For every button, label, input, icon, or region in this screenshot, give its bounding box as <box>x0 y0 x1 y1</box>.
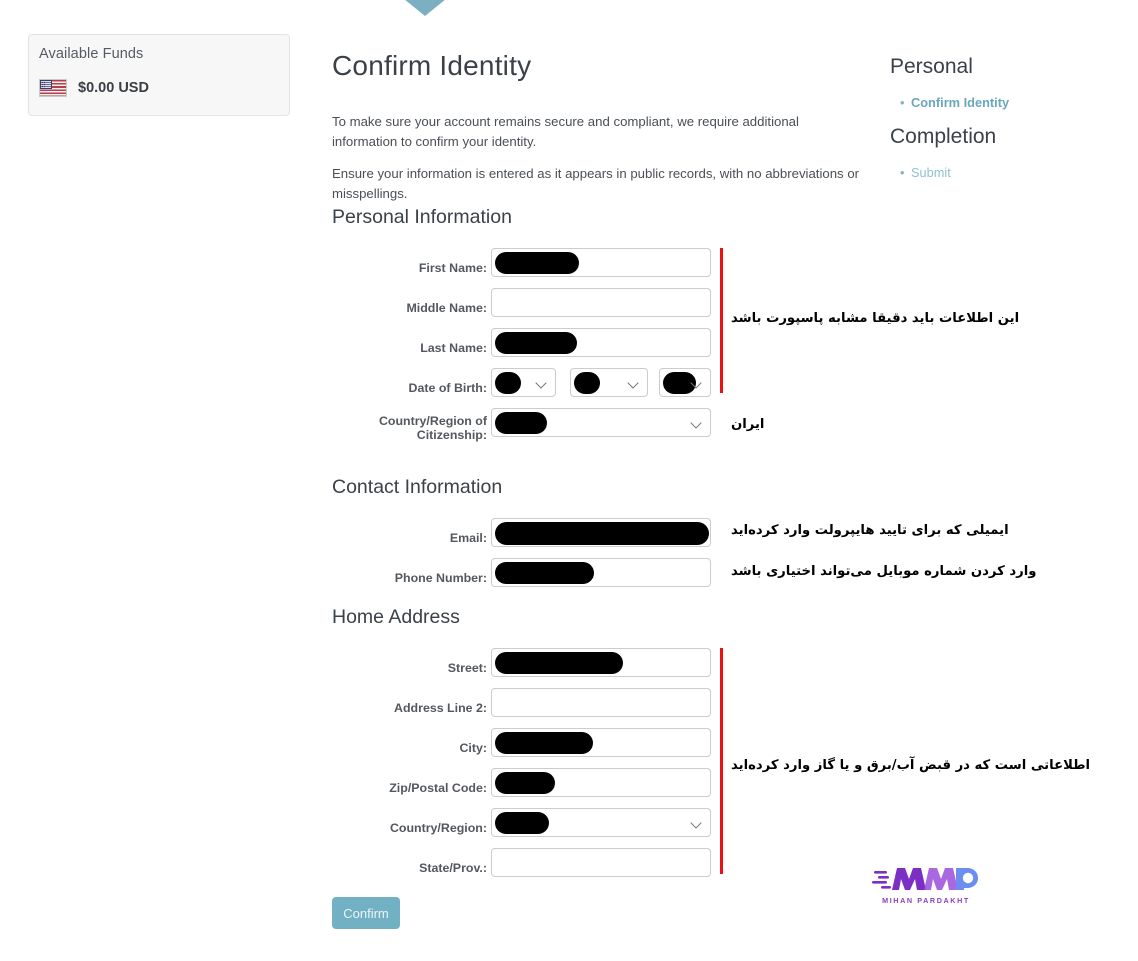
chevron-down-icon <box>692 819 701 828</box>
form-row-address-line-2: Address Line 2: <box>332 688 877 728</box>
section-heading-contact-information: Contact Information <box>332 476 503 498</box>
chevron-down-icon <box>629 379 638 388</box>
redaction-block <box>495 732 593 754</box>
label-date-of-birth: Date of Birth: <box>408 381 487 395</box>
input-state-prov[interactable] <box>491 848 711 877</box>
label-street: Street: <box>447 661 487 675</box>
nav-item-submit-label: Submit <box>911 165 951 180</box>
chevron-down-icon <box>537 379 546 388</box>
annotation-email-note: ایمیلی که برای تایید هایپرولت وارد کرده‌… <box>731 523 1009 538</box>
annotation-address-note: اطلاعاتی است که در قبض آب/برق و یا گاز و… <box>731 758 1091 773</box>
chevron-down-icon <box>692 419 701 428</box>
available-funds-row: $0.00 USD <box>39 79 149 97</box>
form-row-citizenship: Country/Region of Citizenship: <box>332 408 877 460</box>
form-row-country-region: Country/Region: <box>332 808 877 848</box>
select-dob-month[interactable] <box>491 368 556 397</box>
intro-paragraph-1: To make sure your account remains secure… <box>332 114 799 150</box>
confirm-button[interactable]: Confirm <box>332 897 400 929</box>
select-country-region[interactable] <box>491 808 711 837</box>
page-title: Confirm Identity <box>332 50 532 81</box>
form-row-last-name: Last Name: <box>332 328 877 368</box>
redaction-block <box>495 522 709 545</box>
annotation-bar-address <box>720 648 723 874</box>
mihan-pardakht-mark-icon <box>872 868 978 890</box>
intro-paragraph-2: Ensure your information is entered as it… <box>332 166 860 202</box>
redaction-block <box>495 332 577 354</box>
form-row-date-of-birth: Date of Birth: <box>332 368 877 408</box>
section-heading-home-address: Home Address <box>332 606 460 628</box>
label-middle-name: Middle Name: <box>406 301 487 315</box>
label-citizenship: Country/Region of Citizenship: <box>378 414 487 442</box>
form-row-first-name: First Name: <box>332 248 877 288</box>
nav-group-personal: Personal <box>890 55 973 78</box>
input-phone-number[interactable] <box>491 558 711 587</box>
available-funds-card: Available Funds $0.00 USD <box>28 34 290 116</box>
nav-item-submit[interactable]: • Submit <box>900 165 951 180</box>
redaction-block <box>495 562 594 584</box>
label-phone-number: Phone Number: <box>394 571 487 585</box>
label-first-name: First Name: <box>418 261 487 275</box>
bullet-icon: • <box>900 165 905 180</box>
redaction-block <box>495 412 547 434</box>
label-country-region: Country/Region: <box>389 821 487 835</box>
redaction-block <box>663 372 696 394</box>
us-flag-icon <box>39 79 67 97</box>
redaction-block <box>495 812 549 834</box>
nav-item-confirm-identity-label: Confirm Identity <box>911 95 1010 110</box>
label-last-name: Last Name: <box>420 341 487 355</box>
available-funds-amount: $0.00 USD <box>78 80 149 96</box>
redaction-block <box>574 372 600 394</box>
annotation-passport-match: این اطلاعات باید دقیقا مشابه پاسپورت باش… <box>731 311 1020 326</box>
nav-item-confirm-identity[interactable]: • Confirm Identity <box>900 95 1009 110</box>
label-address-line-2: Address Line 2: <box>394 701 487 715</box>
bullet-icon: • <box>900 95 905 110</box>
form-row-zip-postal-code: Zip/Postal Code: <box>332 768 877 808</box>
annotation-bar-personal <box>720 248 723 393</box>
input-zip-postal-code[interactable] <box>491 768 711 797</box>
mihan-pardakht-logo: MIHAN PARDAKHT <box>872 862 980 910</box>
label-city: City: <box>459 741 487 755</box>
redaction-block <box>495 372 521 394</box>
form-row-state-prov: State/Prov.: <box>332 848 877 888</box>
annotation-phone-note: وارد کردن شماره موبایل می‌تواند اختیاری … <box>731 564 1037 579</box>
available-funds-label: Available Funds <box>39 46 144 62</box>
label-state-prov: State/Prov.: <box>419 861 487 875</box>
input-first-name[interactable] <box>491 248 711 277</box>
select-dob-day[interactable] <box>570 368 648 397</box>
input-last-name[interactable] <box>491 328 711 357</box>
nav-group-completion: Completion <box>890 125 997 148</box>
select-dob-year[interactable] <box>659 368 711 397</box>
input-street[interactable] <box>491 648 711 677</box>
input-address-line-2[interactable] <box>491 688 711 717</box>
input-middle-name[interactable] <box>491 288 711 317</box>
form-row-street: Street: <box>332 648 877 688</box>
input-email[interactable] <box>491 518 711 547</box>
redaction-block <box>495 772 555 794</box>
label-email: Email: <box>449 531 487 545</box>
step-indicator-arrow-icon <box>404 0 446 16</box>
input-city[interactable] <box>491 728 711 757</box>
section-heading-personal-information: Personal Information <box>332 206 512 228</box>
select-citizenship[interactable] <box>491 408 711 437</box>
redaction-block <box>495 252 579 274</box>
label-zip-postal-code: Zip/Postal Code: <box>389 781 487 795</box>
annotation-iran: ایران <box>731 417 765 432</box>
redaction-block <box>495 652 623 674</box>
logo-caption: MIHAN PARDAKHT <box>882 896 970 905</box>
